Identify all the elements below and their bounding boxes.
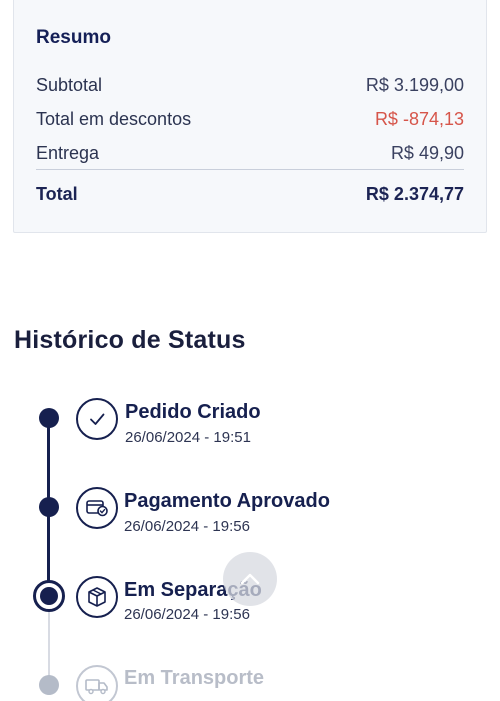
payment-approved-icon: [76, 487, 118, 529]
step-title: Pedido Criado: [125, 401, 261, 423]
truck-icon: [76, 665, 118, 701]
step-dot-current: [33, 580, 65, 612]
chevron-up-icon: [240, 573, 260, 585]
step-dot-done: [38, 497, 59, 517]
check-icon: [76, 398, 118, 440]
step-dot-done: [38, 408, 59, 428]
step-date: 26/06/2024 - 19:51: [125, 429, 251, 446]
step-date: 26/06/2024 - 19:56: [124, 518, 250, 535]
step-title: Em Transporte: [124, 667, 265, 689]
box-icon: [76, 576, 118, 618]
scroll-to-top-button[interactable]: [223, 552, 277, 606]
step-dot-pending: [38, 675, 59, 695]
step-date: 26/06/2024 - 19:56: [124, 606, 250, 623]
step-title: Pagamento Aprovado: [124, 490, 330, 512]
